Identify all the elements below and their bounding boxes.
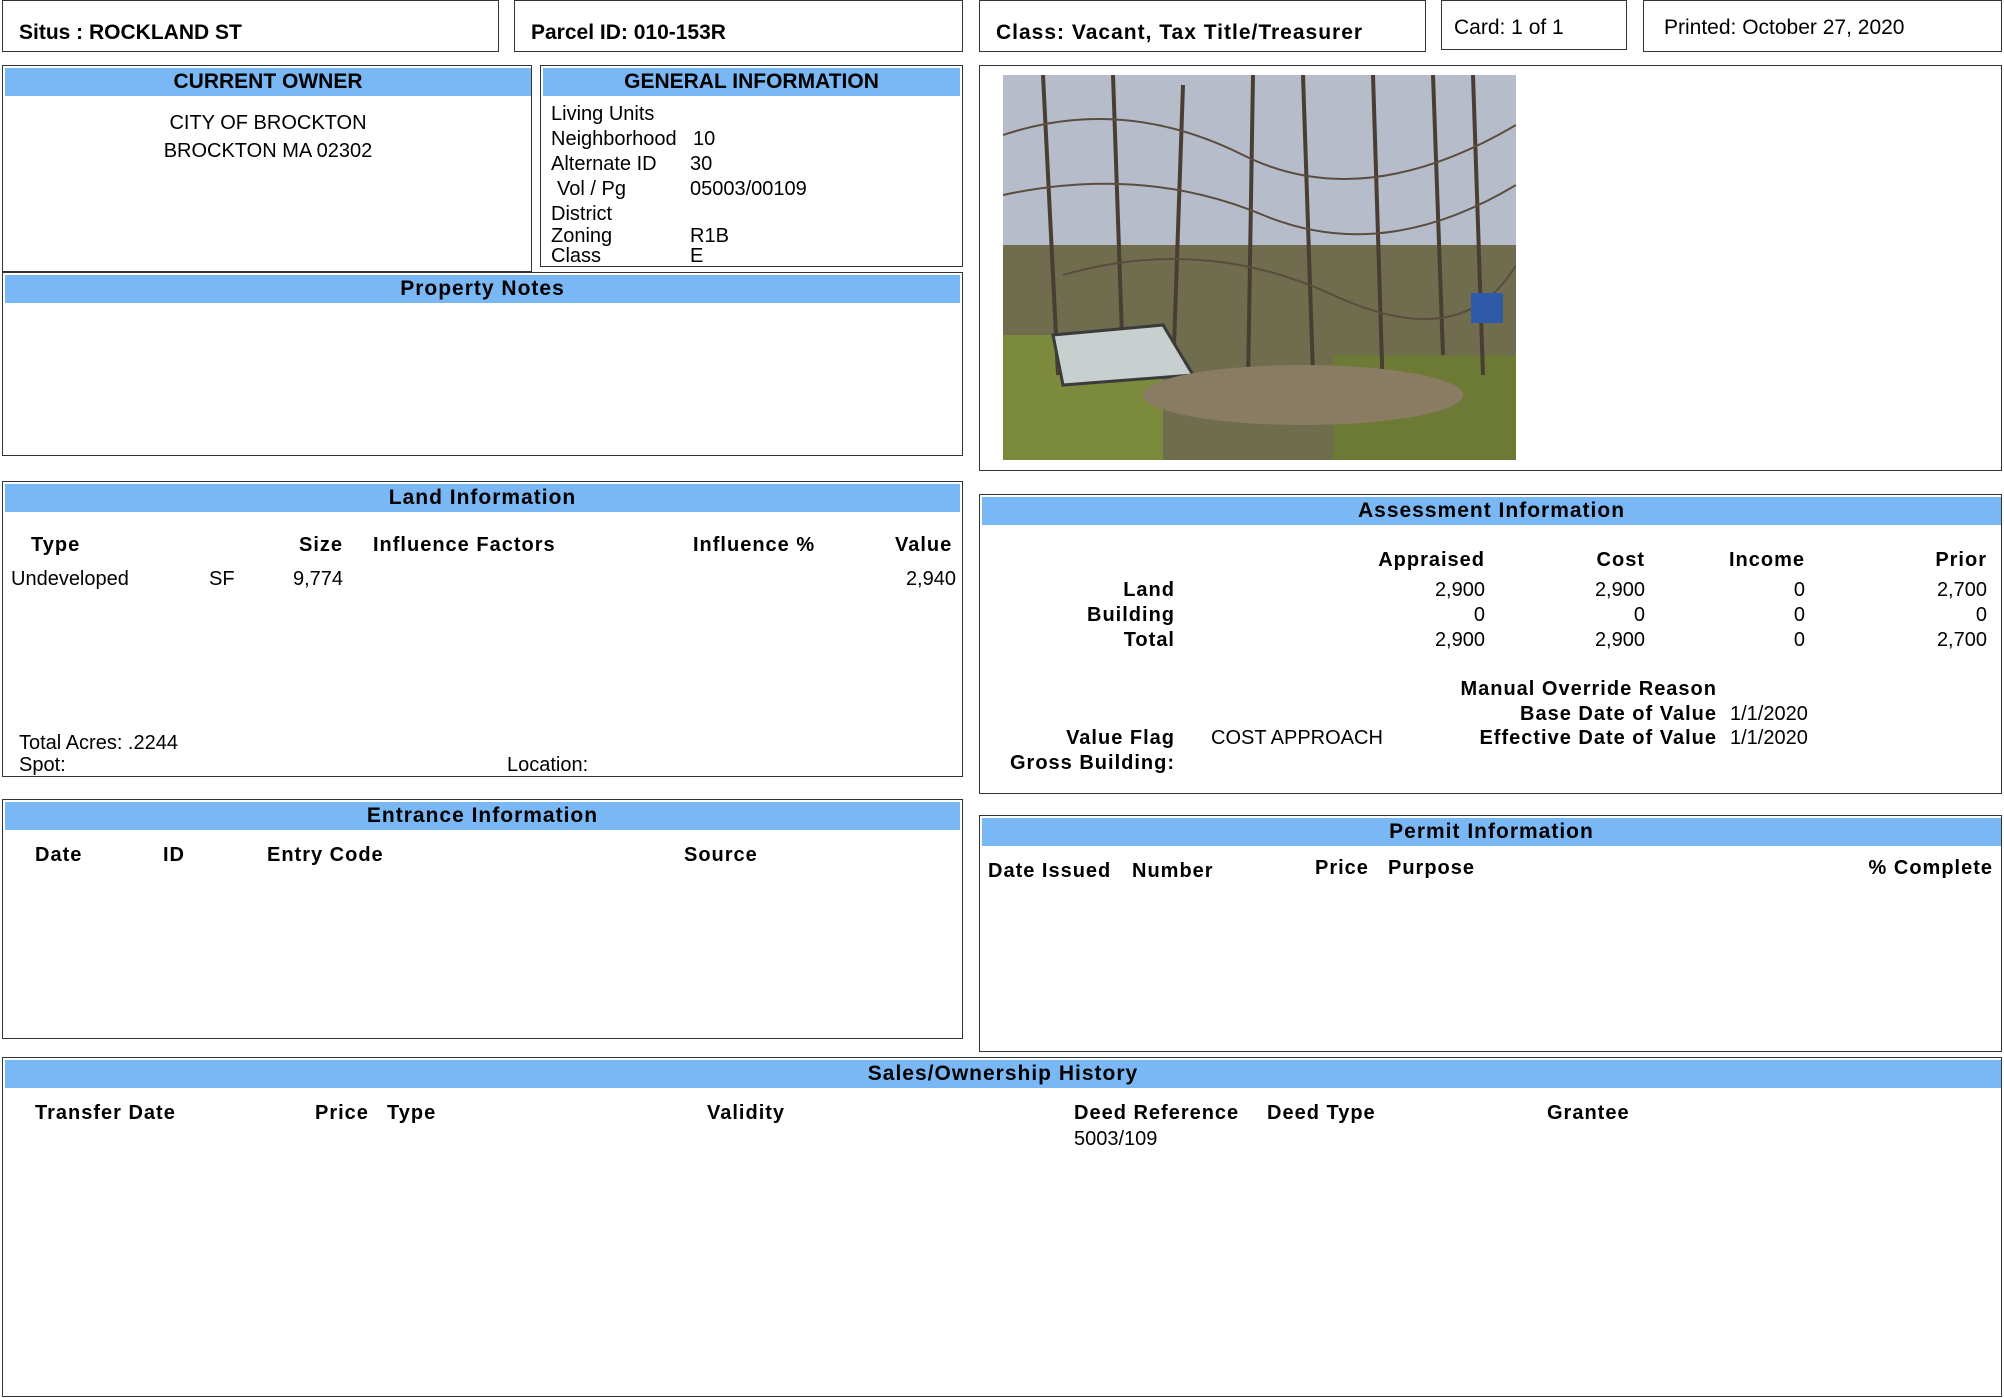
entrance-info-panel: Entrance Information Date ID Entry Code … [2, 799, 963, 1039]
sales-header-transfer-date: Transfer Date [35, 1102, 176, 1124]
assessment-label-land: Land [1123, 579, 1175, 601]
land-header-influence-factors: Influence Factors [373, 534, 556, 556]
general-info-panel: GENERAL INFORMATION Living Units Neighbo… [540, 65, 963, 267]
base-date-value: 1/1/2020 [1730, 703, 1808, 725]
entrance-header-date: Date [35, 844, 83, 866]
assessment-land-cost: 2,900 [1594, 579, 1645, 601]
general-value-alternate-id: 30 [690, 153, 713, 175]
sales-header-type: Type [387, 1102, 437, 1124]
assessment-info-title: Assessment Information [982, 497, 2001, 525]
land-header-size: Size [299, 534, 344, 556]
parcel-id: Parcel ID: 010-153R [531, 21, 726, 44]
land-header-influence-pct: Influence % [693, 534, 816, 556]
property-photo [1003, 75, 1516, 460]
land-header-value: Value [895, 534, 953, 556]
card-number: Card: 1 of 1 [1454, 16, 1564, 39]
class-box: Class: Vacant, Tax Title/Treasurer [979, 0, 1426, 52]
assessment-col-appraised: Appraised [1378, 549, 1485, 571]
sales-header-grantee: Grantee [1547, 1102, 1630, 1124]
assessment-total-income: 0 [1793, 629, 1805, 651]
sales-history-panel: Sales/Ownership History Transfer Date Pr… [2, 1057, 2002, 1397]
land-row-size: 9,774 [293, 568, 344, 590]
assessment-building-cost: 0 [1633, 604, 1645, 626]
general-value-neighborhood: 10 [693, 128, 716, 150]
assessment-label-building: Building [1087, 604, 1175, 626]
assessment-land-appraised: 2,900 [1434, 579, 1485, 601]
assessment-building-appraised: 0 [1473, 604, 1485, 626]
land-location: Location: [507, 754, 589, 776]
assessment-land-prior: 2,700 [1936, 579, 1987, 601]
land-total-acres: Total Acres: .2244 [19, 732, 178, 754]
assessment-label-total: Total [1123, 629, 1175, 651]
assessment-info-panel: Assessment Information Appraised Cost In… [979, 494, 2002, 794]
land-info-panel: Land Information Type Size Influence Fac… [2, 481, 963, 777]
assessment-total-prior: 2,700 [1936, 629, 1987, 651]
manual-override-reason: Manual Override Reason [1460, 678, 1717, 700]
general-value-vol-pg: 05003/00109 [690, 178, 807, 200]
card-box: Card: 1 of 1 [1441, 0, 1627, 50]
sales-header-deed-type: Deed Type [1267, 1102, 1376, 1124]
situs-field: Situs : ROCKLAND ST [19, 21, 242, 44]
value-flag-label: Value Flag [1066, 727, 1175, 749]
land-row-value: 2,940 [905, 568, 956, 590]
entrance-info-title: Entrance Information [5, 802, 960, 830]
land-row-type: Undeveloped [11, 568, 129, 590]
property-notes-title: Property Notes [5, 275, 960, 303]
permit-info-title: Permit Information [982, 818, 2001, 846]
effective-date-label: Effective Date of Value [1479, 727, 1717, 749]
assessment-col-prior: Prior [1935, 549, 1987, 571]
sales-header-price: Price [315, 1102, 369, 1124]
permit-header-complete: % Complete [1868, 857, 1993, 879]
permit-header-date-issued: Date Issued [988, 860, 1112, 882]
current-owner-title: CURRENT OWNER [5, 68, 531, 96]
assessment-col-income: Income [1728, 549, 1805, 571]
general-label-living-units: Living Units [551, 103, 655, 125]
printed-box: Printed: October 27, 2020 [1643, 0, 2002, 52]
entrance-header-id: ID [163, 844, 185, 866]
base-date-label: Base Date of Value [1520, 703, 1717, 725]
sales-header-validity: Validity [707, 1102, 786, 1124]
gross-building-label: Gross Building: [1010, 752, 1175, 774]
assessment-total-cost: 2,900 [1594, 629, 1645, 651]
entrance-header-source: Source [684, 844, 758, 866]
value-flag-value: COST APPROACH [1211, 727, 1383, 749]
permit-header-number: Number [1132, 860, 1214, 882]
general-label-neighborhood: Neighborhood [551, 128, 677, 150]
assessment-col-cost: Cost [1596, 549, 1645, 571]
current-owner-panel: CURRENT OWNER CITY OF BROCKTON BROCKTON … [2, 65, 532, 272]
permit-header-price: Price [1315, 857, 1369, 879]
land-header-type: Type [31, 534, 81, 556]
owner-name: CITY OF BROCKTON [169, 112, 367, 134]
owner-address: BROCKTON MA 02302 [163, 140, 373, 162]
assessment-building-prior: 0 [1975, 604, 1987, 626]
permit-info-panel: Permit Information Date Issued Number Pr… [979, 815, 2002, 1052]
general-info-title: GENERAL INFORMATION [543, 68, 960, 96]
printed-date: Printed: October 27, 2020 [1664, 16, 1905, 39]
property-class: Class: Vacant, Tax Title/Treasurer [996, 21, 1364, 44]
entrance-header-entry-code: Entry Code [267, 844, 384, 866]
effective-date-value: 1/1/2020 [1730, 727, 1808, 749]
assessment-land-income: 0 [1793, 579, 1805, 601]
land-info-title: Land Information [5, 484, 960, 512]
parcel-box: Parcel ID: 010-153R [514, 0, 963, 52]
general-label-vol-pg: Vol / Pg [557, 178, 626, 200]
sales-header-deed-reference: Deed Reference [1074, 1102, 1240, 1124]
land-row-unit: SF [209, 568, 235, 590]
sales-row-deed-reference: 5003/109 [1074, 1128, 1158, 1150]
assessment-total-appraised: 2,900 [1434, 629, 1485, 651]
general-label-alternate-id: Alternate ID [551, 153, 657, 175]
property-notes-panel: Property Notes [2, 272, 963, 456]
general-label-district: District [551, 203, 613, 225]
situs-box: Situs : ROCKLAND ST [2, 0, 499, 52]
general-label-class: Class [551, 245, 602, 267]
sales-history-title: Sales/Ownership History [5, 1060, 2001, 1088]
land-spot: Spot: [19, 754, 66, 776]
general-value-class: E [690, 245, 704, 267]
assessment-building-income: 0 [1793, 604, 1805, 626]
permit-header-purpose: Purpose [1388, 857, 1476, 879]
